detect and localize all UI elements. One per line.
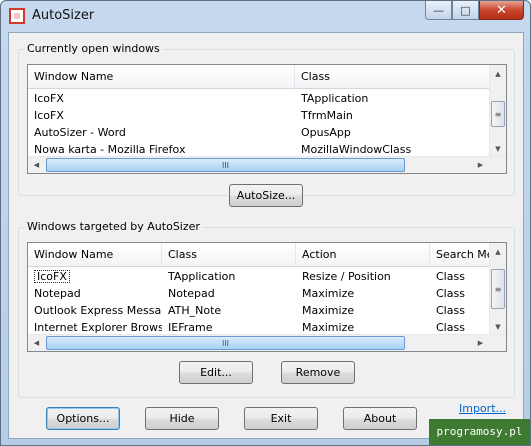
table-row[interactable]: Notepad Notepad Maximize Class — [28, 285, 490, 302]
window-name-cell: IcoFX — [28, 268, 162, 285]
open-windows-list[interactable]: Window Name Class IcoFX TApplication Ico… — [27, 64, 507, 174]
open-windows-vertical-scrollbar[interactable]: ▲ ≡ ▼ — [489, 65, 506, 157]
targeted-windows-header: Window Name Class Action Search Me — [28, 243, 490, 267]
class-cell: OpusApp — [301, 126, 351, 139]
scroll-up-arrow-icon[interactable]: ▲ — [490, 243, 506, 260]
import-link[interactable]: Import... — [459, 402, 506, 415]
table-row[interactable]: AutoSizer - Word OpusApp — [28, 124, 490, 141]
class-cell: TfrmMain — [301, 109, 353, 122]
scroll-right-arrow-icon[interactable]: ▶ — [472, 335, 489, 351]
targeted-windows-list[interactable]: Window Name Class Action Search Me IcoFX… — [27, 242, 507, 352]
search-method-cell: Class — [436, 270, 465, 283]
horizontal-scroll-thumb[interactable]: III — [46, 158, 405, 172]
targeted-windows-vertical-scrollbar[interactable]: ▲ ≡ ▼ — [489, 243, 506, 335]
minimize-button[interactable]: — — [425, 1, 452, 20]
column-header-window-name[interactable]: Window Name — [28, 65, 295, 89]
vertical-scroll-thumb[interactable]: ≡ — [491, 269, 505, 309]
action-cell: Maximize — [302, 304, 355, 317]
action-cell: Resize / Position — [302, 270, 391, 283]
scroll-left-arrow-icon[interactable]: ◀ — [28, 157, 45, 173]
targeted-windows-rows: IcoFX TApplication Resize / Position Cla… — [28, 268, 490, 336]
close-button[interactable]: ✕ — [479, 1, 524, 20]
open-windows-group: Currently open windows Window Name Class… — [18, 42, 515, 196]
targeted-windows-group: Windows targeted by AutoSizer Window Nam… — [18, 220, 515, 398]
column-header-window-name[interactable]: Window Name — [28, 243, 162, 267]
programosy-watermark: programosy.pl — [429, 419, 530, 445]
app-window: AutoSizer — □ ✕ Currently open windows W… — [0, 0, 531, 446]
window-name-cell: IcoFX — [34, 109, 64, 122]
maximize-button[interactable]: □ — [452, 1, 479, 20]
column-header-search-method[interactable]: Search Me — [430, 243, 490, 267]
table-row[interactable]: IcoFX TApplication Resize / Position Cla… — [28, 268, 490, 285]
title-bar[interactable]: AutoSizer — □ ✕ — [1, 1, 530, 31]
action-cell: Maximize — [302, 287, 355, 300]
window-name-cell: Notepad — [34, 287, 81, 300]
scroll-down-arrow-icon[interactable]: ▼ — [490, 140, 506, 157]
column-header-class[interactable]: Class — [295, 65, 490, 89]
horizontal-scroll-thumb[interactable]: III — [46, 336, 405, 350]
table-row[interactable]: Outlook Express Message ATH_Note Maximiz… — [28, 302, 490, 319]
exit-button[interactable]: Exit — [244, 407, 318, 430]
search-method-cell: Class — [436, 304, 465, 317]
class-cell: Notepad — [168, 287, 215, 300]
class-cell: ATH_Note — [168, 304, 222, 317]
about-button[interactable]: About — [343, 407, 417, 430]
scroll-right-arrow-icon[interactable]: ▶ — [472, 157, 489, 173]
remove-button[interactable]: Remove — [281, 361, 355, 384]
class-cell: TApplication — [168, 270, 236, 283]
search-method-cell: Class — [436, 287, 465, 300]
open-windows-rows: IcoFX TApplication IcoFX TfrmMain AutoSi… — [28, 90, 490, 158]
table-row[interactable]: IcoFX TfrmMain — [28, 107, 490, 124]
column-header-action[interactable]: Action — [296, 243, 430, 267]
table-row[interactable]: IcoFX TApplication — [28, 90, 490, 107]
vertical-scroll-thumb[interactable]: ≡ — [491, 101, 505, 127]
window-name-cell: AutoSizer - Word — [34, 126, 126, 139]
open-windows-header: Window Name Class — [28, 65, 490, 89]
options-button[interactable]: Options... — [46, 407, 120, 430]
class-cell: TApplication — [301, 92, 369, 105]
window-name-cell: IcoFX — [34, 92, 64, 105]
window-name-cell: Outlook Express Message — [34, 304, 162, 317]
focused-window-name: IcoFX — [34, 270, 70, 283]
open-windows-group-label: Currently open windows — [25, 42, 162, 55]
column-header-class[interactable]: Class — [162, 243, 296, 267]
window-title: AutoSizer — [32, 8, 95, 23]
scroll-left-arrow-icon[interactable]: ◀ — [28, 335, 45, 351]
targeted-windows-group-label: Windows targeted by AutoSizer — [25, 220, 202, 233]
caption-buttons: — □ ✕ — [425, 1, 524, 21]
autosize-button[interactable]: AutoSize... — [229, 184, 303, 207]
client-area: Currently open windows Window Name Class… — [8, 32, 524, 439]
hide-button[interactable]: Hide — [145, 407, 219, 430]
targeted-windows-horizontal-scrollbar[interactable]: ◀ III ▶ — [28, 334, 506, 351]
edit-button[interactable]: Edit... — [179, 361, 253, 384]
autosizer-app-icon — [9, 8, 25, 24]
scroll-up-arrow-icon[interactable]: ▲ — [490, 65, 506, 82]
scroll-down-arrow-icon[interactable]: ▼ — [490, 318, 506, 335]
open-windows-horizontal-scrollbar[interactable]: ◀ III ▶ — [28, 156, 506, 173]
